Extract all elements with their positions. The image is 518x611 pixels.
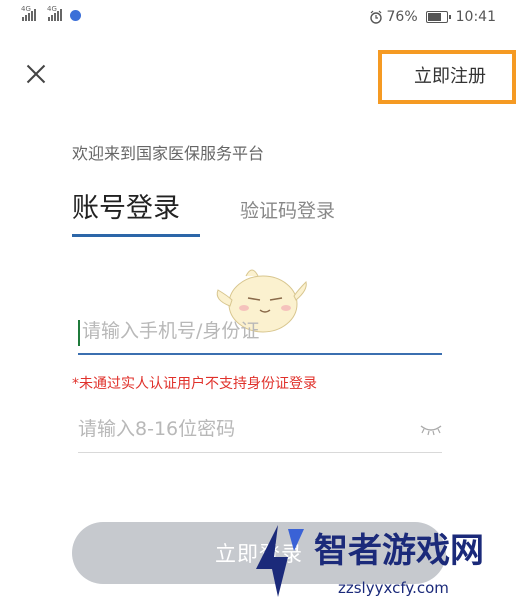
signal-icon: 4G xyxy=(21,5,36,21)
phone-id-field[interactable] xyxy=(78,314,440,354)
battery-icon xyxy=(425,11,451,23)
battery-percent: 76% xyxy=(386,9,418,25)
close-button[interactable] xyxy=(22,60,50,88)
password-input[interactable] xyxy=(78,418,408,440)
watermark-logo-icon xyxy=(256,525,304,597)
eye-closed-icon[interactable] xyxy=(420,424,442,436)
watermark-title: 智者游戏网 xyxy=(314,531,484,571)
site-watermark: 智者游戏网 zzslyyxcfy.com xyxy=(248,515,518,611)
phone-field-underline xyxy=(78,353,442,355)
status-right: 76% 10:41 xyxy=(369,9,496,25)
tab-account-login[interactable]: 账号登录 xyxy=(72,186,180,225)
phone-id-input[interactable] xyxy=(82,320,412,342)
status-bar: 4G 4G 76% 10:41 xyxy=(0,0,518,36)
signal-icon: 4G xyxy=(47,5,62,21)
watermark-url: zzslyyxcfy.com xyxy=(338,579,449,597)
register-button[interactable]: 立即注册 xyxy=(414,62,486,88)
id-login-warning: *未通过实人认证用户不支持身份证登录 xyxy=(72,376,317,392)
alarm-icon xyxy=(369,10,382,24)
password-field[interactable] xyxy=(78,412,442,452)
signal-type-label: 4G xyxy=(47,5,57,13)
signal-type-label: 4G xyxy=(21,5,31,13)
welcome-text: 欢迎来到国家医保服务平台 xyxy=(72,144,265,163)
status-left: 4G 4G xyxy=(21,5,81,21)
active-tab-indicator xyxy=(72,234,200,237)
app-notification-icon xyxy=(70,9,81,21)
password-field-underline xyxy=(78,452,442,453)
text-cursor xyxy=(78,320,80,346)
tab-sms-login[interactable]: 验证码登录 xyxy=(240,196,335,223)
clock: 10:41 xyxy=(455,9,496,25)
